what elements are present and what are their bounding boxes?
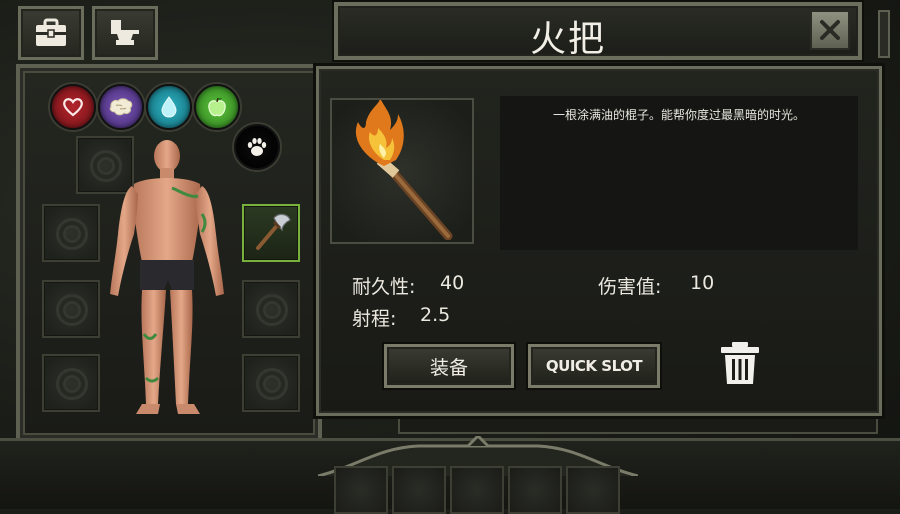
equip-button-label: 装备 <box>429 356 468 379</box>
health-stat[interactable] <box>50 84 96 130</box>
left-slot-2[interactable] <box>42 280 100 338</box>
sanity-stat[interactable] <box>98 84 144 130</box>
torch-icon <box>356 100 453 240</box>
damage-value: 10 <box>690 272 715 294</box>
right-slot-2[interactable] <box>242 280 300 338</box>
range-value: 2.5 <box>420 304 451 326</box>
item-description-box: 一根涂满油的棍子。能帮你度过最黑暗的时光。 <box>500 96 858 250</box>
durability-value: 40 <box>440 272 465 294</box>
character-figure <box>110 140 224 414</box>
left-slot-1[interactable] <box>42 204 100 262</box>
delete-button[interactable] <box>718 340 762 386</box>
bottom-slot[interactable] <box>450 466 504 514</box>
crafting-tab-button[interactable] <box>92 6 158 60</box>
weapon-slot[interactable] <box>242 204 300 262</box>
quick-slot-button[interactable]: QUICK SLOT <box>528 344 660 388</box>
trash-icon <box>721 342 759 384</box>
item-image-slot <box>330 98 474 244</box>
crafting-anvil-icon <box>111 20 139 45</box>
right-slot-3[interactable] <box>242 354 300 412</box>
heart-icon <box>63 98 83 117</box>
bottom-slot[interactable] <box>392 466 446 514</box>
brain-icon <box>109 98 133 116</box>
durability-label: 耐久性: <box>352 276 416 298</box>
close-icon <box>820 20 840 40</box>
equip-button[interactable]: 装备 <box>384 344 514 388</box>
water-stat[interactable] <box>146 84 192 130</box>
bottom-slot[interactable] <box>334 466 388 514</box>
bottom-slot[interactable] <box>508 466 562 514</box>
paw-icon <box>247 138 267 156</box>
axe-icon <box>256 213 291 250</box>
item-description: 一根涂满油的棍子。能帮你度过最黑暗的时光。 <box>552 108 805 122</box>
pet-stat[interactable] <box>234 124 280 170</box>
inventory-tab-button[interactable] <box>18 6 84 60</box>
item-title: 火把 <box>529 19 606 60</box>
item-title-bar: 火把 <box>334 2 862 60</box>
edge-ornament <box>878 10 890 58</box>
bottom-slot[interactable] <box>566 466 620 514</box>
apple-icon <box>208 97 226 117</box>
quick-slot-button-label: QUICK SLOT <box>545 357 643 375</box>
range-label: 射程: <box>352 308 397 330</box>
food-stat[interactable] <box>194 84 240 130</box>
damage-label: 伤害值: <box>598 276 662 298</box>
backpack-icon <box>36 18 66 46</box>
close-button[interactable] <box>810 10 850 50</box>
left-slot-3[interactable] <box>42 354 100 412</box>
water-drop-icon <box>161 96 177 118</box>
